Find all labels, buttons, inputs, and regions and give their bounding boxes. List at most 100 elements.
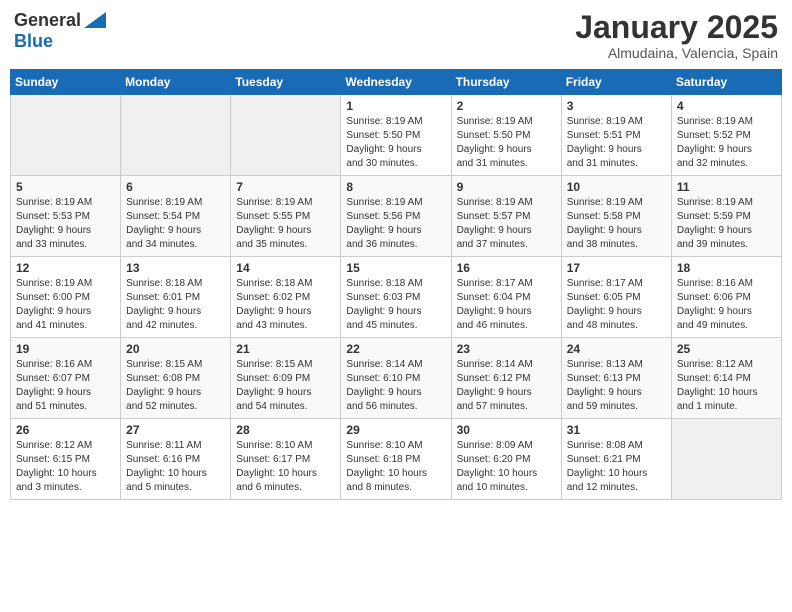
header-tuesday: Tuesday	[231, 70, 341, 95]
calendar-cell: 22 Sunrise: 8:14 AM Sunset: 6:10 PM Dayli…	[341, 338, 451, 419]
calendar-cell: 2 Sunrise: 8:19 AM Sunset: 5:50 PM Daylig…	[451, 95, 561, 176]
day-info: Sunrise: 8:10 AM Sunset: 6:17 PM Dayligh…	[236, 439, 335, 495]
day-number: 3	[567, 99, 666, 113]
logo-blue-text: Blue	[14, 31, 53, 51]
calendar-cell: 1 Sunrise: 8:19 AM Sunset: 5:50 PM Daylig…	[341, 95, 451, 176]
week-row-3: 12Sunrise: 8:19 AM Sunset: 6:00 PM Dayli…	[11, 257, 782, 338]
day-info: Sunrise: 8:19 AM Sunset: 5:58 PM Dayligh…	[567, 196, 666, 252]
day-number: 25	[677, 342, 776, 356]
calendar-cell: 5Sunrise: 8:19 AM Sunset: 5:53 PM Daylig…	[11, 176, 121, 257]
day-number: 8	[346, 180, 445, 194]
day-info: Sunrise: 8:19 AM Sunset: 5:57 PM Dayligh…	[457, 196, 556, 252]
day-info: Sunrise: 8:15 AM Sunset: 6:09 PM Dayligh…	[236, 358, 335, 414]
calendar-cell: 16 Sunrise: 8:17 AM Sunset: 6:04 PM Dayli…	[451, 257, 561, 338]
calendar-cell: 29Sunrise: 8:10 AM Sunset: 6:18 PM Dayli…	[341, 419, 451, 500]
day-number: 21	[236, 342, 335, 356]
day-number: 4	[677, 99, 776, 113]
day-info: Sunrise: 8:18 AM Sunset: 6:01 PM Dayligh…	[126, 277, 225, 333]
calendar-cell	[11, 95, 121, 176]
calendar-cell: 6 Sunrise: 8:19 AM Sunset: 5:54 PM Daylig…	[121, 176, 231, 257]
day-number: 19	[16, 342, 115, 356]
day-number: 9	[457, 180, 556, 194]
calendar-cell: 4 Sunrise: 8:19 AM Sunset: 5:52 PM Daylig…	[671, 95, 781, 176]
day-info: Sunrise: 8:11 AM Sunset: 6:16 PM Dayligh…	[126, 439, 225, 495]
day-info: Sunrise: 8:17 AM Sunset: 6:04 PM Dayligh…	[457, 277, 556, 333]
day-number: 7	[236, 180, 335, 194]
calendar-cell: 30 Sunrise: 8:09 AM Sunset: 6:20 PM Dayli…	[451, 419, 561, 500]
calendar-cell: 21 Sunrise: 8:15 AM Sunset: 6:09 PM Dayli…	[231, 338, 341, 419]
day-number: 15	[346, 261, 445, 275]
day-info: Sunrise: 8:12 AM Sunset: 6:15 PM Dayligh…	[16, 439, 115, 495]
week-row-5: 26 Sunrise: 8:12 AM Sunset: 6:15 PM Dayli…	[11, 419, 782, 500]
location-subtitle: Almudaina, Valencia, Spain	[575, 45, 778, 61]
calendar-cell: 7 Sunrise: 8:19 AM Sunset: 5:55 PM Daylig…	[231, 176, 341, 257]
day-info: Sunrise: 8:19 AM Sunset: 5:56 PM Dayligh…	[346, 196, 445, 252]
logo-text: General	[14, 10, 81, 31]
logo-icon	[84, 12, 106, 28]
calendar-cell: 17 Sunrise: 8:17 AM Sunset: 6:05 PM Dayli…	[561, 257, 671, 338]
day-number: 12	[16, 261, 115, 275]
title-block: January 2025 Almudaina, Valencia, Spain	[575, 10, 778, 61]
day-number: 24	[567, 342, 666, 356]
calendar-cell: 31Sunrise: 8:08 AM Sunset: 6:21 PM Dayli…	[561, 419, 671, 500]
calendar-cell: 8 Sunrise: 8:19 AM Sunset: 5:56 PM Daylig…	[341, 176, 451, 257]
day-info: Sunrise: 8:16 AM Sunset: 6:06 PM Dayligh…	[677, 277, 776, 333]
day-number: 17	[567, 261, 666, 275]
day-number: 30	[457, 423, 556, 437]
calendar-cell: 14Sunrise: 8:18 AM Sunset: 6:02 PM Dayli…	[231, 257, 341, 338]
week-row-4: 19 Sunrise: 8:16 AM Sunset: 6:07 PM Dayli…	[11, 338, 782, 419]
day-info: Sunrise: 8:16 AM Sunset: 6:07 PM Dayligh…	[16, 358, 115, 414]
day-info: Sunrise: 8:10 AM Sunset: 6:18 PM Dayligh…	[346, 439, 445, 495]
calendar-cell: 15 Sunrise: 8:18 AM Sunset: 6:03 PM Dayli…	[341, 257, 451, 338]
day-number: 14	[236, 261, 335, 275]
day-number: 2	[457, 99, 556, 113]
day-number: 26	[16, 423, 115, 437]
calendar-cell: 19 Sunrise: 8:16 AM Sunset: 6:07 PM Dayli…	[11, 338, 121, 419]
day-number: 18	[677, 261, 776, 275]
calendar-table: SundayMondayTuesdayWednesdayThursdayFrid…	[10, 69, 782, 500]
day-info: Sunrise: 8:19 AM Sunset: 5:50 PM Dayligh…	[457, 115, 556, 171]
header-thursday: Thursday	[451, 70, 561, 95]
calendar-cell: 11 Sunrise: 8:19 AM Sunset: 5:59 PM Dayli…	[671, 176, 781, 257]
calendar-cell: 23 Sunrise: 8:14 AM Sunset: 6:12 PM Dayli…	[451, 338, 561, 419]
day-info: Sunrise: 8:19 AM Sunset: 5:54 PM Dayligh…	[126, 196, 225, 252]
calendar-cell: 28 Sunrise: 8:10 AM Sunset: 6:17 PM Dayli…	[231, 419, 341, 500]
day-info: Sunrise: 8:19 AM Sunset: 5:50 PM Dayligh…	[346, 115, 445, 171]
month-title: January 2025	[575, 10, 778, 45]
calendar-cell	[121, 95, 231, 176]
day-info: Sunrise: 8:14 AM Sunset: 6:10 PM Dayligh…	[346, 358, 445, 414]
day-number: 10	[567, 180, 666, 194]
calendar-cell: 3 Sunrise: 8:19 AM Sunset: 5:51 PM Daylig…	[561, 95, 671, 176]
day-info: Sunrise: 8:12 AM Sunset: 6:14 PM Dayligh…	[677, 358, 776, 414]
day-number: 23	[457, 342, 556, 356]
day-info: Sunrise: 8:19 AM Sunset: 5:55 PM Dayligh…	[236, 196, 335, 252]
header-sunday: Sunday	[11, 70, 121, 95]
header-friday: Friday	[561, 70, 671, 95]
calendar-cell: 20Sunrise: 8:15 AM Sunset: 6:08 PM Dayli…	[121, 338, 231, 419]
logo: General Blue	[14, 10, 106, 52]
day-info: Sunrise: 8:19 AM Sunset: 5:52 PM Dayligh…	[677, 115, 776, 171]
calendar-cell: 10 Sunrise: 8:19 AM Sunset: 5:58 PM Dayli…	[561, 176, 671, 257]
calendar-cell	[231, 95, 341, 176]
day-number: 13	[126, 261, 225, 275]
day-info: Sunrise: 8:13 AM Sunset: 6:13 PM Dayligh…	[567, 358, 666, 414]
day-info: Sunrise: 8:18 AM Sunset: 6:03 PM Dayligh…	[346, 277, 445, 333]
calendar-cell: 25 Sunrise: 8:12 AM Sunset: 6:14 PM Dayli…	[671, 338, 781, 419]
day-info: Sunrise: 8:14 AM Sunset: 6:12 PM Dayligh…	[457, 358, 556, 414]
day-number: 20	[126, 342, 225, 356]
day-info: Sunrise: 8:19 AM Sunset: 5:51 PM Dayligh…	[567, 115, 666, 171]
day-info: Sunrise: 8:17 AM Sunset: 6:05 PM Dayligh…	[567, 277, 666, 333]
day-number: 6	[126, 180, 225, 194]
calendar-cell: 27Sunrise: 8:11 AM Sunset: 6:16 PM Dayli…	[121, 419, 231, 500]
day-number: 16	[457, 261, 556, 275]
day-number: 28	[236, 423, 335, 437]
day-number: 1	[346, 99, 445, 113]
calendar-cell: 12Sunrise: 8:19 AM Sunset: 6:00 PM Dayli…	[11, 257, 121, 338]
week-row-2: 5Sunrise: 8:19 AM Sunset: 5:53 PM Daylig…	[11, 176, 782, 257]
day-number: 22	[346, 342, 445, 356]
calendar-cell: 13 Sunrise: 8:18 AM Sunset: 6:01 PM Dayli…	[121, 257, 231, 338]
day-info: Sunrise: 8:19 AM Sunset: 5:53 PM Dayligh…	[16, 196, 115, 252]
day-info: Sunrise: 8:09 AM Sunset: 6:20 PM Dayligh…	[457, 439, 556, 495]
day-number: 11	[677, 180, 776, 194]
day-info: Sunrise: 8:19 AM Sunset: 5:59 PM Dayligh…	[677, 196, 776, 252]
